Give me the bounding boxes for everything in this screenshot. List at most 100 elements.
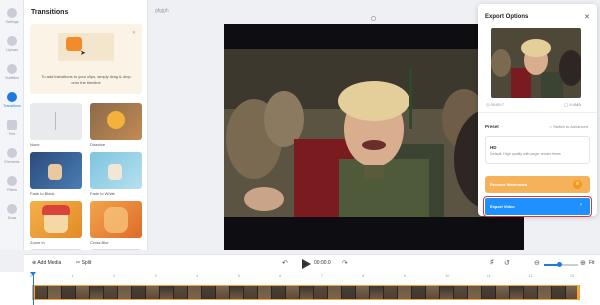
rail-item-draw[interactable]: Draw bbox=[0, 204, 24, 220]
playhead[interactable] bbox=[33, 272, 34, 305]
rail-item-elements[interactable]: Elements bbox=[0, 148, 24, 164]
resize-handle[interactable] bbox=[371, 16, 376, 21]
scissors-icon: ✂ bbox=[76, 260, 81, 266]
close-icon[interactable]: ✕ bbox=[584, 13, 590, 21]
drag-illustration: ➤ bbox=[58, 33, 114, 61]
clip-frame bbox=[482, 286, 496, 299]
remove-watermark-button[interactable]: Remove Watermark ♕ bbox=[485, 176, 590, 193]
transition-fade-to-black[interactable]: Fade to Black bbox=[30, 152, 82, 196]
duration-value: 00:09.7 bbox=[490, 102, 504, 107]
clip-frame bbox=[202, 286, 216, 299]
transition-cross-blur[interactable]: Cross Blur bbox=[90, 201, 142, 245]
rail-label: Subtitles bbox=[5, 76, 19, 80]
divider bbox=[478, 112, 597, 113]
clip-frame bbox=[230, 286, 244, 299]
play-icon[interactable] bbox=[300, 258, 312, 270]
transition-partial[interactable] bbox=[30, 249, 82, 250]
clip-frame bbox=[160, 286, 174, 299]
zoom-slider-knob[interactable] bbox=[556, 262, 562, 267]
cursor-icon: ➤ bbox=[80, 50, 86, 57]
transition-thumbnail bbox=[90, 103, 142, 140]
ruler-tick: 1 bbox=[71, 274, 74, 278]
gear-icon bbox=[7, 8, 17, 18]
clip-frame bbox=[328, 286, 342, 299]
clip-frame bbox=[244, 286, 258, 299]
zoom-in-icon[interactable]: ⊕ bbox=[580, 259, 586, 267]
clip-frame bbox=[398, 286, 412, 299]
transition-partial[interactable] bbox=[90, 249, 142, 250]
rail-label: Transitions bbox=[3, 104, 21, 108]
clip-frame bbox=[342, 286, 356, 299]
clip-frame bbox=[454, 286, 468, 299]
hint-text: To add transitions to your clips, simply… bbox=[41, 74, 131, 85]
clip-frame bbox=[370, 286, 384, 299]
ruler-tick: 9 bbox=[403, 274, 406, 278]
ruler-tick: 3 bbox=[154, 274, 157, 278]
clip-end-handle[interactable] bbox=[577, 285, 580, 300]
zoom-out-icon[interactable]: ⊖ bbox=[534, 259, 540, 267]
clip-frame bbox=[524, 286, 538, 299]
transition-label: Zoom In bbox=[30, 240, 45, 245]
transition-thumbnail bbox=[90, 201, 142, 238]
transition-none[interactable]: None bbox=[30, 103, 82, 147]
rewind-icon[interactable]: ↶ bbox=[282, 259, 288, 267]
transitions-panel: Transitions ➤ ✕ To add transitions to yo… bbox=[24, 0, 148, 250]
preset-select[interactable]: HD Default. High quality with larger ren… bbox=[485, 136, 590, 164]
transition-dissolve[interactable]: Dissolve bbox=[90, 103, 142, 147]
transition-thumbnail bbox=[90, 249, 142, 250]
ruler-tick: 5 bbox=[237, 274, 240, 278]
ruler-tick: 7 bbox=[320, 274, 323, 278]
rail-label: Elements bbox=[4, 160, 20, 164]
panel-title: Transitions bbox=[31, 9, 69, 16]
rail-item-text[interactable]: Text bbox=[0, 120, 24, 136]
clip-frame bbox=[188, 286, 202, 299]
zoom-fit-label: Fit bbox=[589, 260, 595, 266]
add-media-button[interactable]: ⊕ Add Media bbox=[32, 260, 61, 266]
ruler-tick: 12 bbox=[528, 274, 533, 278]
undo-icon[interactable]: ↺ bbox=[504, 259, 510, 267]
transition-thumbnail bbox=[90, 152, 142, 189]
preset-name: HD bbox=[490, 145, 497, 150]
rail-item-subtitles[interactable]: Subtitles bbox=[0, 64, 24, 80]
volume-icon[interactable]: ♯ bbox=[490, 259, 494, 266]
ruler-tick: 6 bbox=[279, 274, 282, 278]
upload-icon bbox=[7, 36, 17, 46]
zoom-slider[interactable] bbox=[544, 262, 578, 267]
clip-frame bbox=[90, 286, 104, 299]
rail-item-transitions[interactable]: Transitions bbox=[0, 92, 24, 108]
preset-description: Default. High quality with larger render… bbox=[490, 152, 561, 156]
transition-label: Dissolve bbox=[90, 142, 106, 147]
export-file-size: ◯ 6.4MB bbox=[563, 102, 581, 107]
switch-to-advanced-link[interactable]: < Switch to Advanced bbox=[550, 124, 588, 129]
clip-frame bbox=[496, 286, 510, 299]
ruler-tick: 8 bbox=[362, 274, 365, 278]
rail-item-filters[interactable]: Filters bbox=[0, 176, 24, 192]
ruler-tick: 4 bbox=[196, 274, 199, 278]
timeline-clip[interactable] bbox=[33, 285, 579, 300]
timecode: 00:00.0 bbox=[314, 260, 331, 266]
rail-item-settings[interactable]: Settings bbox=[0, 8, 24, 24]
remove-watermark-label: Remove Watermark bbox=[490, 182, 528, 187]
clip-frame bbox=[314, 286, 328, 299]
transition-thumbnail bbox=[30, 249, 82, 250]
project-name[interactable]: gfgjgh bbox=[155, 8, 169, 14]
export-video-button[interactable]: Export Video › bbox=[483, 196, 592, 217]
clip-frame bbox=[62, 286, 76, 299]
clip-frame bbox=[272, 286, 286, 299]
transition-zoom-in[interactable]: Zoom In bbox=[30, 201, 82, 245]
forward-icon[interactable]: ↷ bbox=[342, 259, 348, 267]
export-preview-thumbnail bbox=[491, 28, 581, 98]
close-icon[interactable]: ✕ bbox=[132, 30, 136, 36]
left-nav-rail: Settings Upload Subtitles Transitions Te… bbox=[0, 0, 24, 250]
timeline[interactable]: 0 1 2 3 4 5 6 7 8 9 10 11 12 13 bbox=[0, 272, 600, 305]
transition-label: None bbox=[30, 142, 40, 147]
split-button[interactable]: ✂ Split bbox=[76, 260, 91, 266]
export-video-label: Export Video bbox=[490, 204, 515, 209]
clip-frame bbox=[286, 286, 300, 299]
export-options-dialog: Export Options ✕ ◷ 00:09.7 ◯ 6.4MB Prese… bbox=[478, 4, 597, 217]
clip-frame bbox=[384, 286, 398, 299]
rail-item-upload[interactable]: Upload bbox=[0, 36, 24, 52]
transition-fade-to-white[interactable]: Fade to White bbox=[90, 152, 142, 196]
clip-frame bbox=[76, 286, 90, 299]
add-media-label: Add Media bbox=[37, 260, 62, 266]
